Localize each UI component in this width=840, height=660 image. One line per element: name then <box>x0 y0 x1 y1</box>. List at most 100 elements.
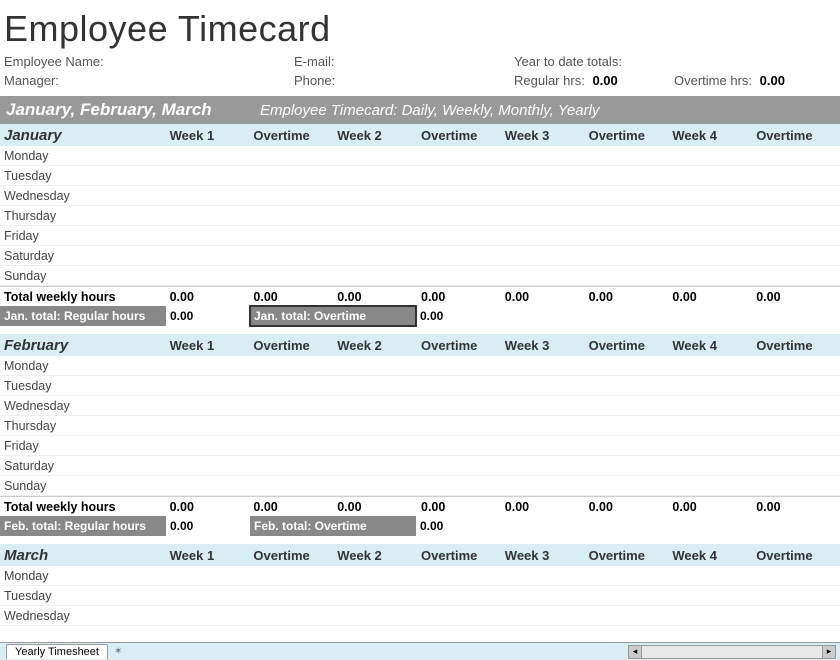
summary-regular-value: 0.00 <box>166 309 250 323</box>
day-label: Sunday <box>0 269 170 283</box>
col-header: Overtime <box>421 338 505 353</box>
day-label: Tuesday <box>0 589 170 603</box>
col-header: Overtime <box>756 338 840 353</box>
col-header: Week 4 <box>672 338 756 353</box>
day-row[interactable]: Monday <box>0 146 840 166</box>
month-february: February Week 1 Overtime Week 2 Overtime… <box>0 334 840 536</box>
day-label: Tuesday <box>0 169 170 183</box>
day-label: Wednesday <box>0 399 170 413</box>
col-header: Week 3 <box>505 548 589 563</box>
day-label: Friday <box>0 439 170 453</box>
new-sheet-icon[interactable]: ✶ <box>114 646 122 657</box>
day-label: Saturday <box>0 459 170 473</box>
total-value: 0.00 <box>672 500 756 514</box>
day-row[interactable]: Saturday <box>0 456 840 476</box>
col-header: Overtime <box>589 128 673 143</box>
day-row[interactable]: Monday <box>0 566 840 586</box>
summary-regular-value: 0.00 <box>166 519 250 533</box>
regular-hrs-value: 0.00 <box>592 73 617 88</box>
col-header: Week 3 <box>505 128 589 143</box>
day-label: Monday <box>0 149 170 163</box>
col-header: Overtime <box>253 548 337 563</box>
info-row-2: Manager: Phone: Regular hrs: 0.00 Overti… <box>0 71 840 90</box>
summary-regular-label: Jan. total: Regular hours <box>0 306 166 326</box>
summary-overtime-value: 0.00 <box>416 309 500 323</box>
horizontal-scrollbar[interactable] <box>642 645 822 659</box>
day-row[interactable]: Friday <box>0 226 840 246</box>
summary-overtime-value: 0.00 <box>416 519 500 533</box>
col-header: Overtime <box>253 338 337 353</box>
day-row[interactable]: Thursday <box>0 206 840 226</box>
summary-overtime-label[interactable]: Jan. total: Overtime <box>250 306 416 326</box>
col-header: Week 1 <box>170 338 254 353</box>
day-label: Saturday <box>0 249 170 263</box>
day-row[interactable]: Tuesday <box>0 376 840 396</box>
day-label: Monday <box>0 569 170 583</box>
col-header: Week 3 <box>505 338 589 353</box>
quarter-title: January, February, March <box>0 100 260 120</box>
day-row[interactable]: Wednesday <box>0 396 840 416</box>
info-row-1: Employee Name: E-mail: Year to date tota… <box>0 52 840 71</box>
summary-row: Jan. total: Regular hours 0.00 Jan. tota… <box>0 306 840 326</box>
total-value: 0.00 <box>589 290 673 304</box>
day-row[interactable]: Monday <box>0 356 840 376</box>
day-row[interactable]: Wednesday <box>0 606 840 626</box>
col-header: Overtime <box>421 548 505 563</box>
quarter-header: January, February, March Employee Timeca… <box>0 96 840 124</box>
col-header: Week 2 <box>337 548 421 563</box>
total-value: 0.00 <box>421 290 505 304</box>
month-name: February <box>0 337 170 354</box>
totals-row: Total weekly hours 0.00 0.00 0.00 0.00 0… <box>0 496 840 516</box>
day-row[interactable]: Tuesday <box>0 586 840 606</box>
day-row[interactable]: Tuesday <box>0 166 840 186</box>
day-label: Sunday <box>0 479 170 493</box>
totals-row: Total weekly hours 0.00 0.00 0.00 0.00 0… <box>0 286 840 306</box>
total-value: 0.00 <box>170 290 254 304</box>
scroll-right-icon[interactable]: ▸ <box>822 645 836 659</box>
summary-regular-label: Feb. total: Regular hours <box>0 516 166 536</box>
total-value: 0.00 <box>337 500 421 514</box>
total-value: 0.00 <box>756 290 840 304</box>
month-header: January Week 1 Overtime Week 2 Overtime … <box>0 124 840 146</box>
document-title: Employee Timecard <box>0 0 840 52</box>
month-header: March Week 1 Overtime Week 2 Overtime We… <box>0 544 840 566</box>
employee-name-label: Employee Name: <box>4 54 104 69</box>
day-row[interactable]: Sunday <box>0 266 840 286</box>
day-row[interactable]: Friday <box>0 436 840 456</box>
total-value: 0.00 <box>672 290 756 304</box>
ytd-label: Year to date totals: <box>514 54 622 69</box>
manager-label: Manager: <box>4 73 59 88</box>
col-header: Week 2 <box>337 128 421 143</box>
phone-label: Phone: <box>294 73 335 88</box>
month-january: January Week 1 Overtime Week 2 Overtime … <box>0 124 840 326</box>
col-header: Week 1 <box>170 128 254 143</box>
day-label: Wednesday <box>0 189 170 203</box>
col-header: Overtime <box>253 128 337 143</box>
summary-overtime-label: Feb. total: Overtime <box>250 516 416 536</box>
month-name: March <box>0 547 170 564</box>
day-row[interactable]: Sunday <box>0 476 840 496</box>
day-row[interactable]: Wednesday <box>0 186 840 206</box>
total-value: 0.00 <box>253 290 337 304</box>
scroll-left-icon[interactable]: ◂ <box>628 645 642 659</box>
day-row[interactable]: Saturday <box>0 246 840 266</box>
day-label: Monday <box>0 359 170 373</box>
month-march: March Week 1 Overtime Week 2 Overtime We… <box>0 544 840 626</box>
sheet-tab-yearly[interactable]: Yearly Timesheet <box>6 644 108 659</box>
totals-label: Total weekly hours <box>0 500 170 514</box>
day-label: Tuesday <box>0 379 170 393</box>
overtime-hrs-label: Overtime hrs: <box>674 73 752 88</box>
sheet-tab-bar: Yearly Timesheet ✶ ◂ ▸ <box>0 642 840 660</box>
day-label: Friday <box>0 229 170 243</box>
day-label: Thursday <box>0 419 170 433</box>
total-value: 0.00 <box>505 500 589 514</box>
day-row[interactable]: Thursday <box>0 416 840 436</box>
total-value: 0.00 <box>505 290 589 304</box>
total-value: 0.00 <box>756 500 840 514</box>
overtime-hrs-value: 0.00 <box>760 73 785 88</box>
day-label: Wednesday <box>0 609 170 623</box>
day-label: Thursday <box>0 209 170 223</box>
col-header: Week 4 <box>672 128 756 143</box>
col-header: Week 4 <box>672 548 756 563</box>
email-label: E-mail: <box>294 54 334 69</box>
